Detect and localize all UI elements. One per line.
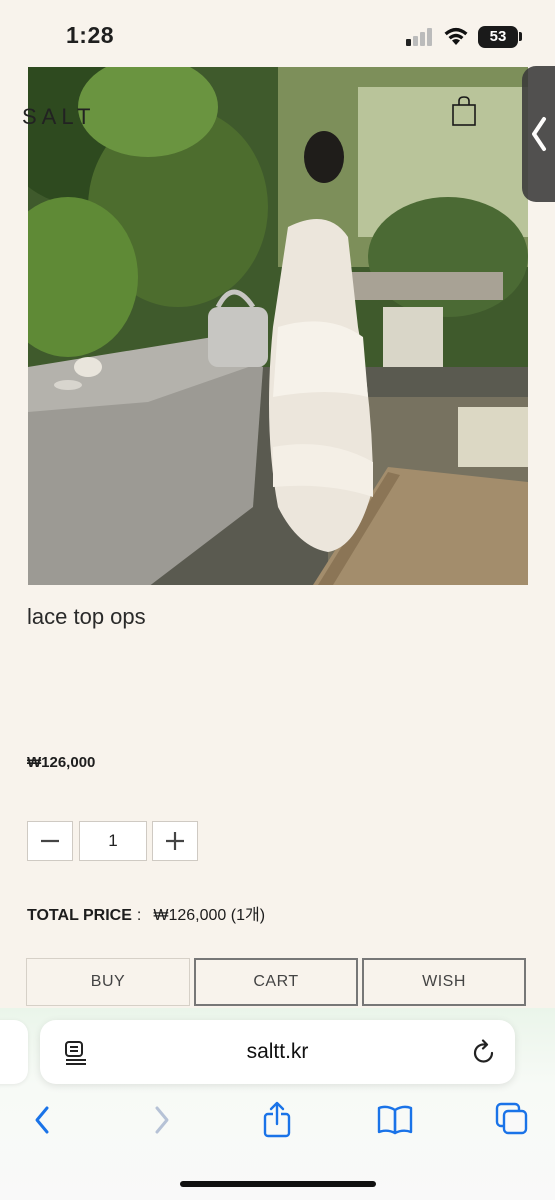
product-title: lace top ops <box>27 604 146 629</box>
total-price-label: TOTAL PRICE <box>27 907 132 924</box>
status-bar: 1:28 53 <box>0 0 555 66</box>
total-price-value: ₩126,000 (1개) <box>153 907 266 924</box>
wishlist-button[interactable]: WISH <box>362 958 526 1006</box>
share-icon[interactable] <box>262 1100 292 1140</box>
forward-chevron-icon[interactable] <box>150 1100 174 1140</box>
back-chevron-icon[interactable] <box>30 1100 54 1140</box>
minus-icon <box>41 839 59 843</box>
quantity-input[interactable] <box>79 821 147 861</box>
plus-icon <box>166 832 184 850</box>
url-text[interactable]: saltt.kr <box>40 1040 515 1064</box>
home-indicator <box>180 1181 376 1187</box>
cellular-signal-icon <box>406 28 436 46</box>
bookmarks-icon[interactable] <box>377 1104 413 1136</box>
previous-tab-preview[interactable] <box>0 1020 28 1084</box>
total-price-separator: : <box>136 907 142 924</box>
side-panel-tab[interactable] <box>522 66 555 202</box>
shopping-bag-icon[interactable] <box>451 95 477 127</box>
add-to-cart-button[interactable]: CART <box>194 958 358 1006</box>
site-logo[interactable]: SALT <box>22 104 95 130</box>
wifi-icon <box>444 27 468 45</box>
reload-icon[interactable] <box>472 1039 496 1065</box>
address-bar[interactable]: saltt.kr <box>40 1020 515 1084</box>
buy-button[interactable]: BUY <box>26 958 190 1006</box>
product-price: ₩126,000 <box>27 754 96 771</box>
quantity-increase-button[interactable] <box>152 821 198 861</box>
product-image[interactable] <box>28 67 528 585</box>
battery-tip <box>519 32 522 41</box>
total-price: TOTAL PRICE: ₩126,000 (1개) <box>27 901 265 925</box>
battery-icon: 53 <box>478 26 518 48</box>
quantity-decrease-button[interactable] <box>27 821 73 861</box>
status-time: 1:28 <box>66 22 115 48</box>
tabs-icon[interactable] <box>495 1102 529 1136</box>
chevron-left-icon <box>532 117 546 151</box>
